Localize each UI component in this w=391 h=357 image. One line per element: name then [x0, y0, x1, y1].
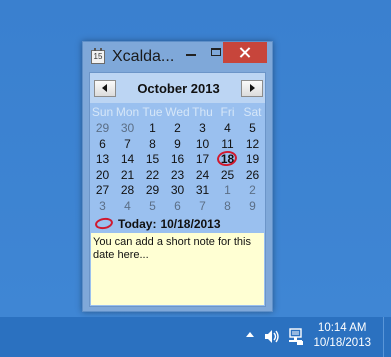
day-cell[interactable]: 31 [190, 183, 215, 199]
day-cell[interactable]: 20 [90, 168, 115, 184]
today-circle-icon [94, 216, 114, 231]
xcalda-window: 15 Xcalda... October 2013 Sun Mon Tue We… [82, 41, 273, 312]
title-bar[interactable]: 15 Xcalda... [83, 42, 272, 72]
day-cell[interactable]: 22 [140, 168, 165, 184]
day-cell[interactable]: 5 [240, 121, 265, 137]
day-cell[interactable]: 4 [115, 199, 140, 215]
day-cell[interactable]: 15 [140, 152, 165, 168]
show-desktop-button[interactable] [383, 317, 391, 357]
day-cell[interactable]: 30 [165, 183, 190, 199]
day-cell[interactable]: 7 [190, 199, 215, 215]
weekday-label: Sun [91, 105, 114, 119]
today-caption: Today: [118, 217, 157, 231]
today-link[interactable]: Today: 10/18/2013 [90, 215, 265, 233]
day-cell[interactable]: 12 [240, 137, 265, 153]
calendar-panel: October 2013 Sun Mon Tue Wed Thu Fri Sat… [89, 72, 266, 307]
day-cell-today[interactable]: 18 [215, 152, 240, 168]
taskbar: 10:14 AM 10/18/2013 [0, 317, 391, 357]
day-cell[interactable]: 3 [90, 199, 115, 215]
weekday-label: Tue [142, 105, 163, 119]
weekday-header: Sun Mon Tue Wed Thu Fri Sat [90, 105, 265, 120]
network-icon[interactable] [288, 328, 303, 345]
month-label: October 2013 [137, 81, 220, 96]
day-cell[interactable]: 19 [240, 152, 265, 168]
day-cell[interactable]: 28 [115, 183, 140, 199]
day-cell[interactable]: 14 [115, 152, 140, 168]
day-cell[interactable]: 2 [165, 121, 190, 137]
day-cell[interactable]: 5 [140, 199, 165, 215]
day-cell[interactable]: 1 [140, 121, 165, 137]
day-cell[interactable]: 29 [90, 121, 115, 137]
next-month-button[interactable] [241, 80, 263, 97]
day-cell[interactable]: 13 [90, 152, 115, 168]
day-cell[interactable]: 2 [240, 183, 265, 199]
weekday-label: Thu [192, 105, 213, 119]
clock-time: 10:14 AM [317, 322, 367, 334]
show-hidden-icons-icon[interactable] [246, 332, 254, 337]
note-area[interactable]: You can add a short note for this date h… [91, 233, 264, 305]
calendar-icon: 15 [91, 48, 105, 64]
previous-month-button[interactable] [94, 80, 116, 97]
day-cell[interactable]: 29 [140, 183, 165, 199]
day-cell[interactable]: 17 [190, 152, 215, 168]
weekday-label: Sat [243, 105, 262, 119]
day-cell[interactable]: 11 [215, 137, 240, 153]
day-cell[interactable]: 10 [190, 137, 215, 153]
weekday-label: Fri [220, 105, 235, 119]
day-cell[interactable]: 1 [215, 183, 240, 199]
day-cell[interactable]: 25 [215, 168, 240, 184]
day-cell[interactable]: 9 [165, 137, 190, 153]
today-label: Today: 10/18/2013 [118, 217, 221, 231]
weekday-label: Mon [115, 105, 140, 119]
day-cell[interactable]: 8 [140, 137, 165, 153]
day-cell[interactable]: 26 [240, 168, 265, 184]
day-cell[interactable]: 30 [115, 121, 140, 137]
day-cell[interactable]: 16 [165, 152, 190, 168]
weekday-label: Wed [165, 105, 190, 119]
close-button[interactable] [223, 42, 267, 63]
day-cell[interactable]: 24 [190, 168, 215, 184]
day-cell[interactable]: 27 [90, 183, 115, 199]
day-cell[interactable]: 7 [115, 137, 140, 153]
window-title: Xcalda... [112, 48, 175, 65]
day-cell[interactable]: 4 [215, 121, 240, 137]
day-cell[interactable]: 9 [240, 199, 265, 215]
speaker-icon[interactable] [264, 329, 280, 344]
day-cell[interactable]: 3 [190, 121, 215, 137]
minimize-button[interactable] [178, 42, 204, 63]
day-cell[interactable]: 6 [165, 199, 190, 215]
taskbar-clock[interactable]: 10:14 AM 10/18/2013 [313, 321, 371, 351]
clock-date: 10/18/2013 [313, 337, 371, 349]
day-cell[interactable]: 8 [215, 199, 240, 215]
day-cell[interactable]: 6 [90, 137, 115, 153]
day-cell[interactable]: 21 [115, 168, 140, 184]
day-cell[interactable]: 23 [165, 168, 190, 184]
month-navigation: October 2013 [90, 73, 265, 103]
day-grid: 29 30 1 2 3 4 5 6 7 8 9 10 11 12 13 14 1… [90, 121, 265, 214]
today-date: 10/18/2013 [160, 217, 221, 231]
